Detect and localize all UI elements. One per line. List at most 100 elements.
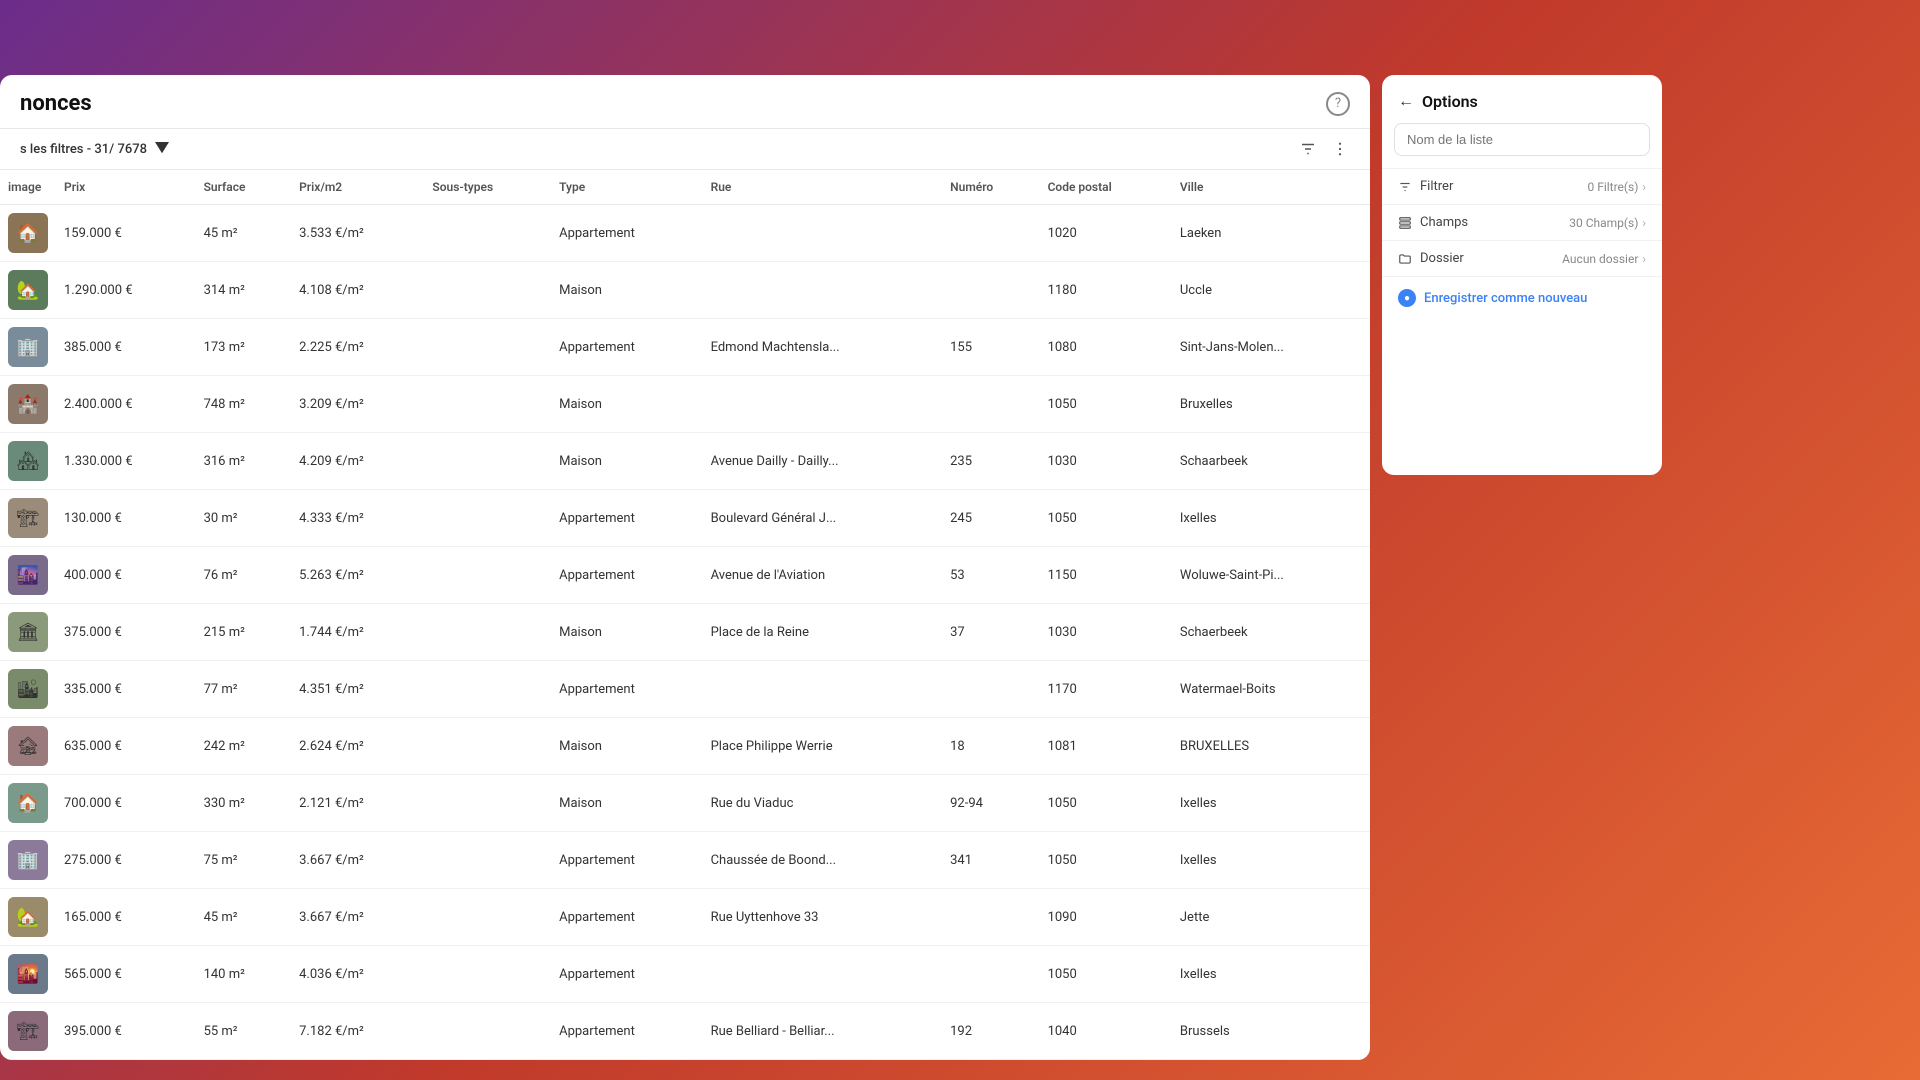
- cell-surface: 130 m²: [196, 1060, 292, 1061]
- cell-rue: Rue Uyttenhove 33: [703, 889, 943, 946]
- cell-type: Appartement: [551, 661, 702, 718]
- col-sous-types[interactable]: Sous-types: [424, 170, 551, 205]
- back-button[interactable]: ←: [1398, 91, 1414, 111]
- cell-surface: 30 m²: [196, 490, 292, 547]
- cell-prix: 375.000 €: [56, 604, 196, 661]
- col-code-postal[interactable]: Code postal: [1040, 170, 1172, 205]
- cell-type: Appartement: [551, 946, 702, 1003]
- table-row[interactable]: 🏗 130.000 € 30 m² 4.333 €/m² Appartement…: [0, 490, 1370, 547]
- cell-prix-m2: 4.333 €/m²: [291, 490, 424, 547]
- col-prix[interactable]: Prix: [56, 170, 196, 205]
- cell-rue: Steenstraat: [703, 1060, 943, 1061]
- list-name-input[interactable]: [1394, 123, 1650, 156]
- property-thumbnail: 🏡: [8, 270, 48, 310]
- cell-prix: 1.290.000 €: [56, 262, 196, 319]
- dossier-row[interactable]: Dossier Aucun dossier ›: [1382, 240, 1662, 276]
- cell-numero: [942, 205, 1039, 262]
- cell-sous-types: [424, 376, 551, 433]
- help-icon[interactable]: ?: [1326, 92, 1350, 116]
- cell-surface: 45 m²: [196, 889, 292, 946]
- cell-rue: Avenue Dailly - Dailly...: [703, 433, 943, 490]
- cell-code-postal: 1180: [1040, 262, 1172, 319]
- cell-type: Appartement: [551, 205, 702, 262]
- cell-surface: 316 m²: [196, 433, 292, 490]
- cell-surface: 314 m²: [196, 262, 292, 319]
- champs-count: 30 Champ(s): [1569, 216, 1638, 230]
- cell-code-postal: 1030: [1040, 433, 1172, 490]
- property-thumbnail: 🏠: [8, 213, 48, 253]
- property-thumbnail: 🏙: [8, 669, 48, 709]
- cell-type: Maison: [551, 604, 702, 661]
- cell-image: 🏗: [0, 1003, 56, 1060]
- side-panel-header: ← Options: [1382, 75, 1662, 123]
- cell-rue: [703, 376, 943, 433]
- cell-rue: [703, 262, 943, 319]
- cell-rue: Chaussée de Boond...: [703, 832, 943, 889]
- cell-sous-types: [424, 718, 551, 775]
- property-thumbnail: 🏠: [8, 783, 48, 823]
- col-surface[interactable]: Surface: [196, 170, 292, 205]
- table-row[interactable]: 🏘 490.000 € 130 m² 3.769 €/m² Appartemen…: [0, 1060, 1370, 1061]
- filter-dropdown[interactable]: [155, 142, 169, 156]
- champs-row[interactable]: Champs 30 Champ(s) ›: [1382, 204, 1662, 240]
- cell-prix-m2: 3.533 €/m²: [291, 205, 424, 262]
- table-row[interactable]: 🏠 700.000 € 330 m² 2.121 €/m² Maison Rue…: [0, 775, 1370, 832]
- col-type[interactable]: Type: [551, 170, 702, 205]
- table-row[interactable]: 🏢 385.000 € 173 m² 2.225 €/m² Appartemen…: [0, 319, 1370, 376]
- cell-surface: 242 m²: [196, 718, 292, 775]
- cell-type: Maison: [551, 262, 702, 319]
- table-row[interactable]: 🏙 335.000 € 77 m² 4.351 €/m² Appartement…: [0, 661, 1370, 718]
- table-row[interactable]: 🏡 165.000 € 45 m² 3.667 €/m² Appartement…: [0, 889, 1370, 946]
- property-thumbnail: 🏗: [8, 1011, 48, 1051]
- col-numero[interactable]: Numéro: [942, 170, 1039, 205]
- table-row[interactable]: 🏛 375.000 € 215 m² 1.744 €/m² Maison Pla…: [0, 604, 1370, 661]
- cell-surface: 173 m²: [196, 319, 292, 376]
- col-prix-m2[interactable]: Prix/m2: [291, 170, 424, 205]
- cell-rue: Avenue de l'Aviation: [703, 547, 943, 604]
- cell-prix: 165.000 €: [56, 889, 196, 946]
- more-icon[interactable]: [1330, 139, 1350, 159]
- cell-numero: 29: [942, 1060, 1039, 1061]
- cell-type: Maison: [551, 433, 702, 490]
- cell-type: Appartement: [551, 832, 702, 889]
- filter-bar: s les filtres - 31/ 7678: [0, 129, 1370, 170]
- cell-image: 🌆: [0, 547, 56, 604]
- filter-icon[interactable]: [1298, 139, 1318, 159]
- table-row[interactable]: 🏠 159.000 € 45 m² 3.533 €/m² Appartement…: [0, 205, 1370, 262]
- cell-ville: BRUXELLES: [1172, 718, 1370, 775]
- table-row[interactable]: 🌆 400.000 € 76 m² 5.263 €/m² Appartement…: [0, 547, 1370, 604]
- cell-surface: 748 m²: [196, 376, 292, 433]
- cell-surface: 77 m²: [196, 661, 292, 718]
- cell-prix-m2: 3.769 €/m²: [291, 1060, 424, 1061]
- cell-prix: 275.000 €: [56, 832, 196, 889]
- cell-type: Appartement: [551, 1060, 702, 1061]
- page-title: nonces: [20, 91, 92, 116]
- cell-image: 🌇: [0, 946, 56, 1003]
- table-row[interactable]: 🏡 1.290.000 € 314 m² 4.108 €/m² Maison 1…: [0, 262, 1370, 319]
- table-row[interactable]: 🏢 275.000 € 75 m² 3.667 €/m² Appartement…: [0, 832, 1370, 889]
- property-thumbnail: 🏢: [8, 840, 48, 880]
- table-row[interactable]: 🏘 1.330.000 € 316 m² 4.209 €/m² Maison A…: [0, 433, 1370, 490]
- cell-type: Appartement: [551, 1003, 702, 1060]
- table-row[interactable]: 🏰 2.400.000 € 748 m² 3.209 €/m² Maison 1…: [0, 376, 1370, 433]
- dossier-label: Dossier: [1420, 251, 1464, 266]
- table-row[interactable]: 🌇 565.000 € 140 m² 4.036 €/m² Appartemen…: [0, 946, 1370, 1003]
- cell-ville: Ixelles: [1172, 832, 1370, 889]
- save-new-row[interactable]: ● Enregistrer comme nouveau: [1382, 276, 1662, 319]
- cell-code-postal: 1050: [1040, 490, 1172, 547]
- cell-code-postal: 1170: [1040, 661, 1172, 718]
- cell-image: 🏗: [0, 490, 56, 547]
- cell-prix: 385.000 €: [56, 319, 196, 376]
- filtrer-row[interactable]: Filtrer 0 Filtre(s) ›: [1382, 168, 1662, 204]
- table-row[interactable]: 🏗 395.000 € 55 m² 7.182 €/m² Appartement…: [0, 1003, 1370, 1060]
- cell-prix: 400.000 €: [56, 547, 196, 604]
- cell-numero: 245: [942, 490, 1039, 547]
- col-rue[interactable]: Rue: [703, 170, 943, 205]
- cell-prix-m2: 2.624 €/m²: [291, 718, 424, 775]
- col-ville[interactable]: Ville: [1172, 170, 1370, 205]
- cell-sous-types: [424, 319, 551, 376]
- cell-type: Maison: [551, 718, 702, 775]
- side-panel: ← Options Filtrer 0 Filtre(s) › Champs: [1382, 75, 1662, 475]
- cell-code-postal: 1050: [1040, 832, 1172, 889]
- table-row[interactable]: 🏚 635.000 € 242 m² 2.624 €/m² Maison Pla…: [0, 718, 1370, 775]
